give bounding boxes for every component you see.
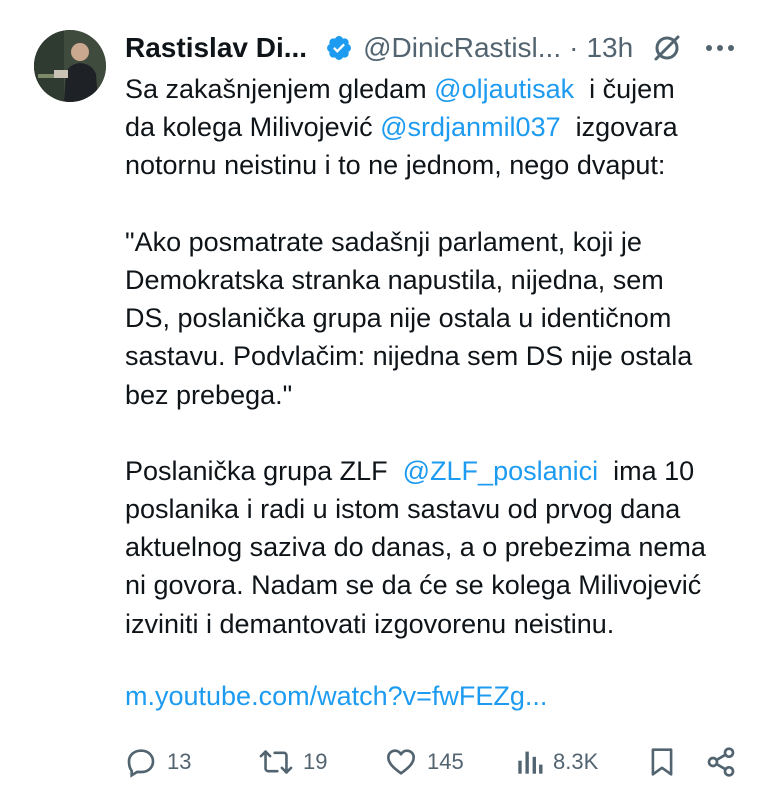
views-icon	[518, 751, 543, 774]
author-name[interactable]: Rastislav Di...	[125, 32, 307, 64]
tweet-text: Sa zakašnjenjem gledam @oljautisak i čuj…	[125, 70, 745, 643]
tweet-text-line: notornu neistinu i to ne jednom, nego dv…	[125, 146, 745, 184]
tweet-text-line: poslanika i radi u istom sastavu od prvo…	[125, 490, 745, 528]
text-segment: Demokratska stranka napustila, nijedna, …	[125, 264, 664, 295]
tweet-text-line: "Ako posmatrate sadašnji parlament, koji…	[125, 223, 745, 261]
text-segment: "Ako posmatrate sadašnji parlament, koji…	[125, 226, 642, 257]
text-segment: izgovara	[560, 112, 678, 143]
tweet-text-line: bez prebega."	[125, 376, 745, 414]
author-handle[interactable]: @DinicRastisl...	[363, 32, 561, 64]
tweet-header: Rastislav Di... @DinicRastisl... · 13h	[125, 30, 633, 66]
verified-badge-icon	[327, 36, 352, 60]
tweet-text-line: sastavu. Podvlačim: nijedna sem DS nije …	[125, 337, 745, 375]
text-segment: bez prebega."	[125, 379, 293, 410]
youtube-link[interactable]: m.youtube.com/watch?v=fwFEZg...	[125, 681, 547, 712]
tweet-text-line: Poslanička grupa ZLF @ZLF_poslanici ima …	[125, 452, 745, 490]
repost-button[interactable]: 19	[259, 744, 327, 780]
mention-link[interactable]: @ZLF_poslanici	[403, 456, 599, 486]
avatar-photo	[34, 30, 106, 102]
text-segment: Sa zakašnjenjem gledam	[125, 74, 435, 104]
mention-link[interactable]: @srdjanmil037	[380, 112, 560, 142]
text-segment: da kolega Milivojević	[125, 112, 381, 143]
more-options-icon[interactable]	[706, 30, 734, 66]
text-segment: DS, poslanička grupa nije ostala u ident…	[125, 303, 672, 334]
separator-dot: ·	[569, 32, 579, 63]
mention-link[interactable]: @oljautisak	[434, 74, 574, 104]
like-icon	[387, 749, 415, 775]
timestamp[interactable]: 13h	[586, 32, 633, 64]
like-count: 145	[427, 749, 464, 774]
text-segment: sastavu. Podvlačim: nijedna sem DS nije …	[125, 341, 693, 372]
text-segment: Poslanička grupa ZLF	[125, 455, 403, 486]
reply-icon	[127, 749, 155, 778]
tweet-text-line: Sa zakašnjenjem gledam @oljautisak i čuj…	[125, 70, 745, 108]
avatar[interactable]	[34, 30, 106, 102]
share-icon[interactable]	[705, 746, 737, 778]
action-bar: 13 19 145 8.3K	[125, 744, 745, 780]
grok-icon[interactable]	[652, 33, 682, 63]
tweet-text-line: Demokratska stranka napustila, nijedna, …	[125, 261, 745, 299]
reply-button[interactable]: 13	[125, 744, 191, 780]
text-segment: ima 10	[598, 455, 695, 486]
tweet-text-line: izviniti i demantovati izgovorenu neisti…	[125, 605, 745, 643]
tweet-text-line: DS, poslanička grupa nije ostala u ident…	[125, 299, 745, 337]
tweet-text-line: da kolega Milivojević @srdjanmil037 izgo…	[125, 108, 745, 146]
tweet-text-line: aktuelnog saziva do danas, a o prebezima…	[125, 528, 745, 566]
views-count: 8.3K	[553, 749, 599, 774]
bookmark-icon[interactable]	[649, 746, 675, 778]
text-segment: notornu neistinu i to ne jednom, nego dv…	[125, 150, 666, 181]
views-button[interactable]: 8.3K	[517, 744, 598, 780]
tweet-text-line: ni govora. Nadam se da će se kolega Mili…	[125, 566, 745, 604]
text-segment: izviniti i demantovati izgovorenu neisti…	[125, 608, 615, 639]
text-segment: ni govora. Nadam se da će se kolega Mili…	[125, 570, 702, 601]
repost-icon	[259, 750, 293, 774]
text-segment: poslanika i radi u istom sastavu od prvo…	[125, 494, 681, 525]
text-segment: i čujem	[574, 74, 675, 104]
like-button[interactable]: 145	[385, 744, 464, 780]
reply-count: 13	[167, 749, 192, 774]
text-segment: aktuelnog saziva do danas, a o prebezima…	[125, 532, 706, 563]
repost-count: 19	[303, 749, 328, 774]
